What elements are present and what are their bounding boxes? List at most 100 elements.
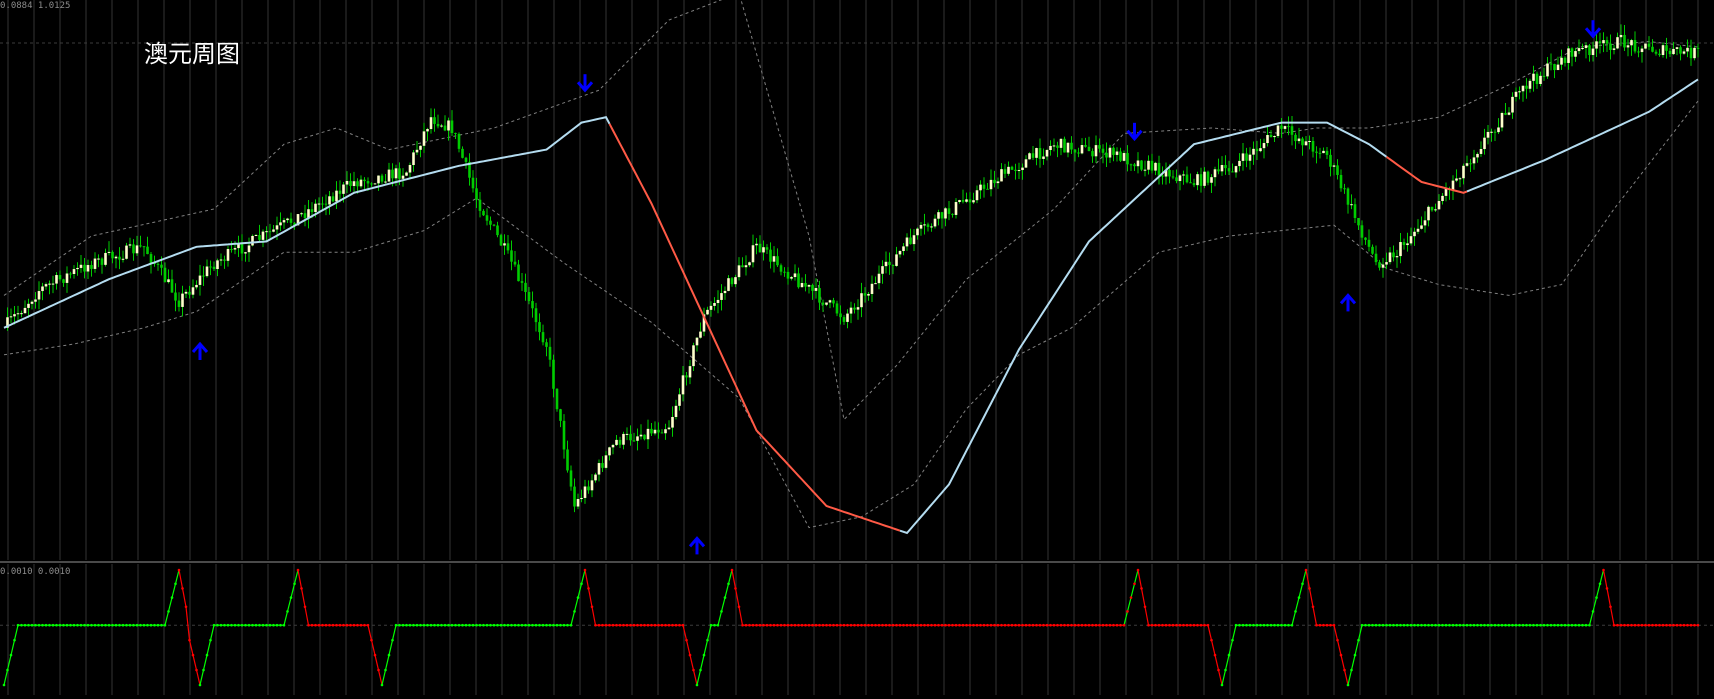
candle-body [1171,176,1175,178]
candle-body [202,275,205,277]
candle-body [177,300,181,307]
osc-dot [937,623,940,627]
osc-dot [1444,623,1448,627]
osc-segment [192,654,198,671]
osc-dot [912,623,916,627]
osc-segment [1214,654,1220,671]
osc-segment [724,583,730,598]
osc-dot [125,623,128,627]
osc-dot [664,623,667,627]
osc-dot [1038,623,1042,627]
candle-body [1287,126,1290,128]
candle-body [289,218,293,223]
candle-body [1154,162,1157,171]
osc-dot [16,623,20,627]
candle-body [1402,242,1406,246]
osc-dot [1290,623,1294,627]
candle-body [132,244,135,254]
candle-body [919,224,923,229]
candle-body [1161,175,1164,177]
candle-body [1049,145,1052,151]
osc-dot [219,623,223,627]
osc-segment [1291,611,1297,626]
candle-body [503,243,506,246]
osc-dot [1430,623,1434,627]
candle-body [821,302,825,305]
bands-layer [3,0,1699,529]
candle-body [23,307,27,314]
osc-dot [1080,623,1084,627]
osc-dot [317,623,321,627]
osc-dot [1472,623,1476,627]
osc-dot [149,623,153,627]
osc-dot [877,623,881,627]
osc-dot [919,623,923,627]
candle-body [779,265,783,272]
candle-body [142,246,146,248]
candle-body [471,177,475,189]
osc-dot [377,668,380,672]
osc-dot [447,623,450,627]
ma-line-down [1385,155,1468,194]
osc-dot [895,623,898,627]
osc-dot [713,623,716,627]
osc-segment [570,611,576,626]
osc-segment [1221,669,1227,686]
osc-dot [1360,623,1364,627]
candle-body [898,251,902,255]
candle-body [1175,177,1178,182]
osc-dot [695,683,699,687]
osc-dot [730,568,734,572]
osc-dot [1021,623,1024,627]
osc-dot [1129,596,1133,599]
candle-body [839,313,842,318]
osc-dot [1689,623,1693,627]
osc-dot [1668,623,1672,627]
osc-segment [1298,583,1304,598]
osc-dot [1682,623,1686,627]
osc-dot [1486,623,1490,627]
candle-body [1003,169,1007,174]
candle-body [1364,237,1367,240]
candle-body [1273,136,1276,138]
candle-body [993,179,996,184]
osc-dot [261,623,265,627]
osc-dot [954,623,958,627]
sell-arrow-icon [1584,20,1602,39]
candle-body [1332,165,1336,167]
candle-body [629,433,632,441]
osc-dot [860,623,863,627]
osc-segment [384,654,390,671]
osc-dot [517,623,520,627]
candle-body [454,132,457,134]
osc-dot [527,623,531,627]
candle-body [1434,209,1437,211]
candle-body [1119,151,1122,161]
osc-dot [1182,623,1185,627]
candle-body [401,175,405,179]
osc-dot [394,623,398,627]
candle-body [240,244,244,254]
osc-dot [552,623,555,627]
candle-body [1532,73,1535,81]
candle-body [1346,188,1350,205]
osc-segment [1133,569,1139,584]
candle-body [342,184,345,194]
ma-line-up [3,116,611,329]
candle-body [1395,256,1399,258]
candle-body [485,215,489,221]
osc-dot [300,587,303,590]
osc-dot [1091,623,1094,627]
candle-body [1451,180,1455,191]
osc-dot [475,623,478,627]
osc-dot [1441,623,1444,627]
candle-body [352,181,356,186]
candle-body [216,260,219,270]
candle-body [1010,166,1014,170]
candle-body [611,444,615,448]
candle-body [1353,204,1357,218]
candle-body [149,254,153,264]
osc-dot [1448,623,1451,627]
candle-body [1514,91,1518,97]
osc-dot [1409,623,1413,627]
